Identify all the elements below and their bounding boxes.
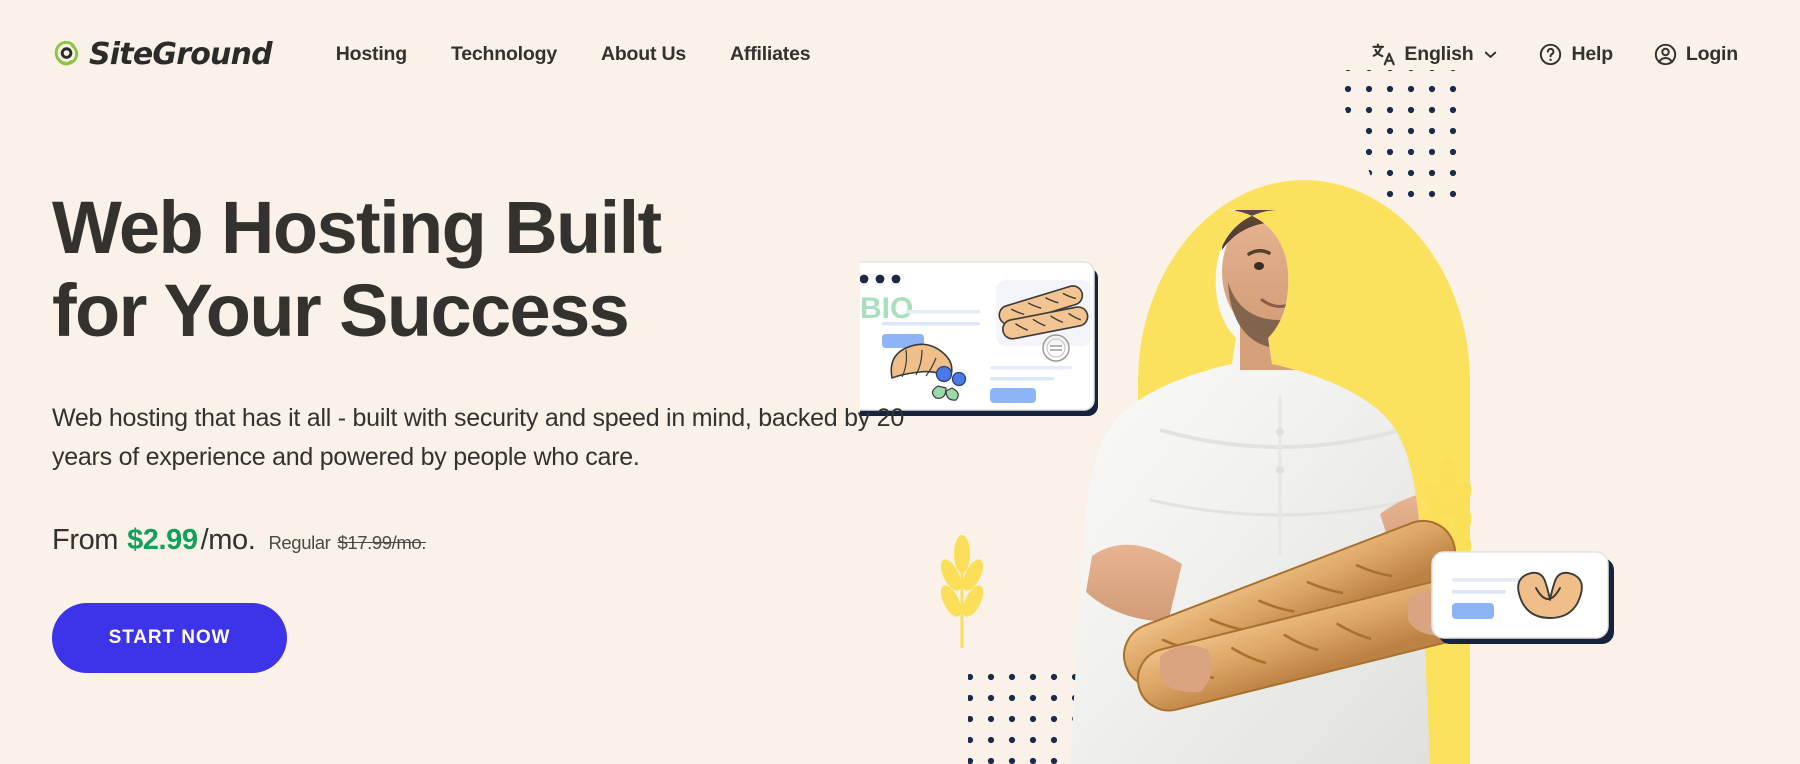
regular-price-label: Regular: [268, 532, 331, 553]
primary-navigation: Hosting Technology About Us Affiliates: [314, 33, 833, 76]
utility-navigation: English Help Login: [1353, 32, 1756, 77]
nav-item-affiliates[interactable]: Affiliates: [708, 33, 832, 76]
siteground-logo-text: SiteGround: [89, 36, 273, 72]
hero-content: Web Hosting Built for Your Success Web h…: [52, 186, 972, 673]
pricing-line: From $2.99 /mo. Regular $17.99/mo.: [52, 524, 972, 557]
siteground-logo[interactable]: SiteGround: [52, 36, 273, 72]
question-circle-icon: [1538, 42, 1563, 67]
nav-item-hosting[interactable]: Hosting: [314, 33, 429, 76]
nav-item-about-us[interactable]: About Us: [579, 33, 708, 76]
help-link[interactable]: Help: [1520, 32, 1630, 77]
help-label: Help: [1571, 42, 1613, 65]
price-amount: $2.99: [127, 524, 198, 556]
language-selector[interactable]: English: [1353, 32, 1516, 77]
chevron-down-icon: [1483, 47, 1498, 62]
page-title: Web Hosting Built for Your Success: [52, 186, 972, 352]
hero-subheadline: Web hosting that has it all - built with…: [52, 404, 904, 471]
headline-line-2: for Your Success: [52, 269, 630, 352]
translate-icon: [1371, 42, 1396, 67]
hero-illustration: BIO: [860, 0, 1800, 764]
user-circle-icon: [1653, 42, 1678, 67]
pretzel-card: [1431, 551, 1614, 644]
login-link[interactable]: Login: [1635, 32, 1756, 77]
headline-line-1: Web Hosting Built: [52, 186, 662, 269]
price-from-label: From: [52, 524, 119, 556]
start-now-button[interactable]: START NOW: [52, 603, 287, 673]
language-label: English: [1404, 42, 1474, 65]
price-period: /mo.: [200, 524, 256, 556]
nav-item-technology[interactable]: Technology: [429, 33, 579, 76]
regular-price-value: $17.99/mo.: [337, 532, 427, 553]
login-label: Login: [1685, 42, 1738, 65]
siteground-swirl-icon: [54, 40, 79, 66]
siteground-landing-page: BIO SiteGround Hosting Technology About …: [0, 0, 1800, 764]
site-header: SiteGround Hosting Technology About Us A…: [0, 0, 1800, 108]
